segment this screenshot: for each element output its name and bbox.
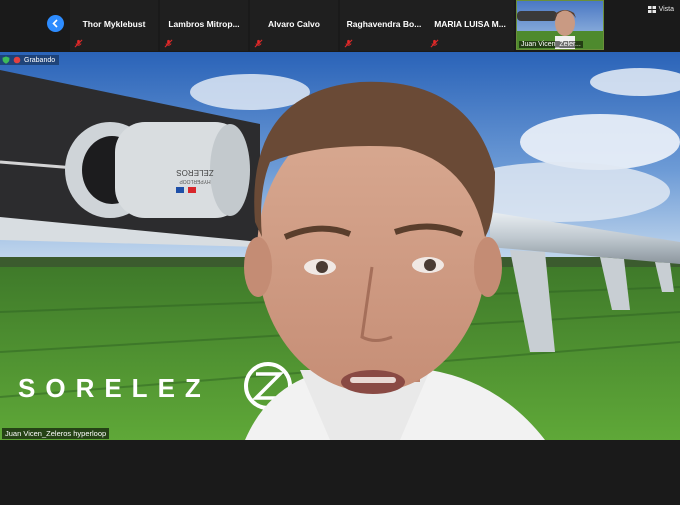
pod-brand-subtext: HYPERLOOP bbox=[179, 178, 211, 184]
recording-indicator: Grabando bbox=[0, 55, 60, 65]
record-icon bbox=[13, 56, 21, 64]
participant-name: MARIA LUISA M... bbox=[434, 19, 506, 29]
muted-mic-icon bbox=[344, 39, 353, 48]
muted-mic-icon bbox=[74, 39, 83, 48]
recording-label: Grabando bbox=[24, 56, 56, 64]
pod-brand-text: ZELEROS bbox=[176, 168, 213, 177]
video-frame: ZELEROS HYPERLOOP SORELEZ bbox=[0, 52, 680, 440]
self-view-name: Juan Vicen_Zeler... bbox=[519, 41, 583, 48]
participant-name: Thor Myklebust bbox=[82, 19, 146, 29]
meeting-footer-area bbox=[0, 440, 680, 505]
participant-tile[interactable]: Alvaro Calvo bbox=[250, 0, 338, 51]
shield-icon bbox=[2, 56, 10, 64]
participant-tile[interactable]: MARIA LUISA M... bbox=[426, 0, 514, 51]
previous-page-button[interactable] bbox=[47, 15, 64, 32]
active-speaker-name: Juan Vicen_Zeleros hyperloop bbox=[2, 428, 110, 439]
muted-mic-icon bbox=[430, 39, 439, 48]
participant-name: Alvaro Calvo bbox=[268, 19, 320, 29]
view-button-label: Vista bbox=[658, 6, 674, 13]
muted-mic-icon bbox=[254, 39, 263, 48]
participant-tile[interactable]: Raghavendra Bo... bbox=[340, 0, 428, 51]
zeleros-logo-text: SORELEZ bbox=[18, 373, 211, 403]
participant-name: Lambros Mitrop... bbox=[168, 19, 240, 29]
grid-icon bbox=[647, 6, 656, 13]
main-speaker-video: ZELEROS HYPERLOOP SORELEZ Grabando Juan … bbox=[0, 52, 680, 440]
view-button[interactable]: Vista bbox=[647, 6, 674, 13]
participant-tile[interactable]: Lambros Mitrop... bbox=[160, 0, 248, 51]
self-view-tile[interactable]: Juan Vicen_Zeler... bbox=[516, 0, 604, 50]
participant-tile[interactable]: Thor Myklebust bbox=[70, 0, 158, 51]
chevron-left-icon bbox=[52, 19, 58, 28]
participant-name: Raghavendra Bo... bbox=[346, 19, 422, 29]
participant-strip: Thor Myklebust Lambros Mitrop... Alvaro … bbox=[0, 0, 680, 51]
muted-mic-icon bbox=[164, 39, 173, 48]
